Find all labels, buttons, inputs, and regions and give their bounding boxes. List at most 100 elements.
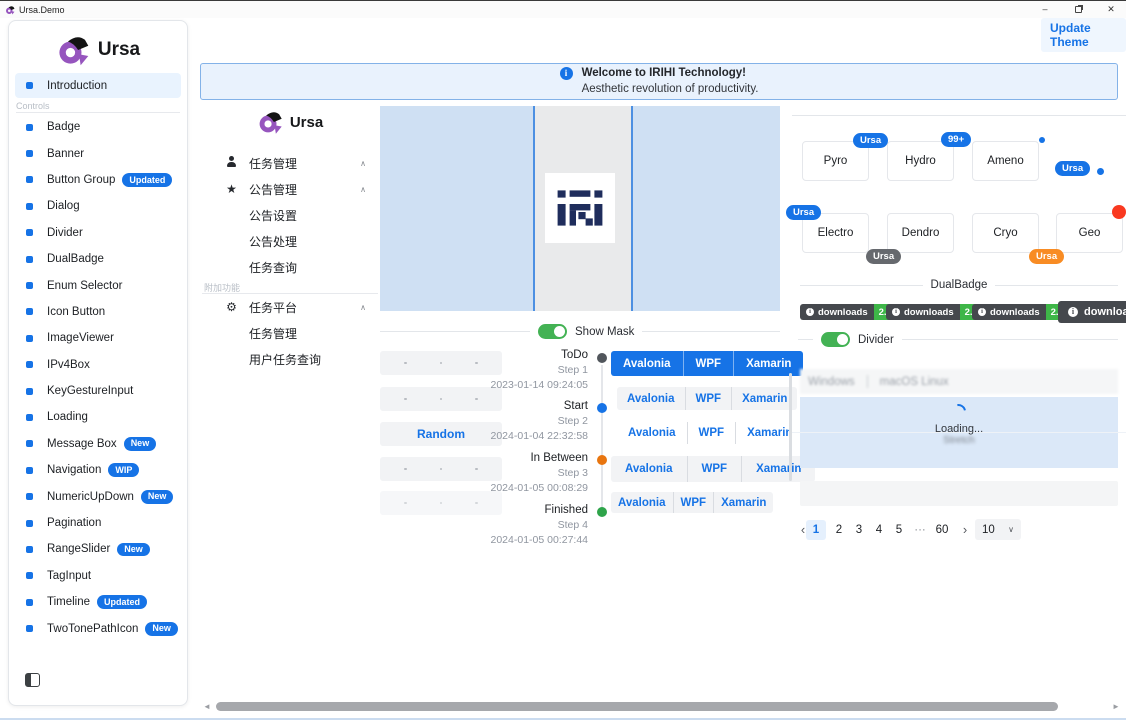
sidebar-item-twotonepathicon[interactable]: TwoTonePathIconNew <box>15 615 183 641</box>
dot-badge <box>1039 137 1045 143</box>
sidebar-item-numericupdown[interactable]: NumericUpDownNew <box>15 483 183 509</box>
chevron-down-icon: ∨ <box>1008 525 1014 534</box>
standalone-ursa-badge: Ursa <box>1055 161 1090 176</box>
sidebar-item-ipv4box[interactable]: IPv4Box <box>15 352 183 378</box>
sidebar-item-divider[interactable]: Divider <box>15 220 183 246</box>
pagination-page-2[interactable]: 2 <box>829 520 849 540</box>
minimize-button[interactable]: – <box>1030 1 1060 17</box>
menu-item-task-management[interactable]: 任务管理 ∧ <box>200 151 380 175</box>
sidebar-item-loading[interactable]: Loading <box>15 404 183 430</box>
close-button[interactable]: ✕ <box>1096 1 1126 17</box>
scroll-right-icon[interactable]: ► <box>1112 702 1120 711</box>
page-size-select[interactable]: 10 ∨ <box>975 519 1021 540</box>
mask-guide-line[interactable] <box>533 106 535 311</box>
menu-item-user-task-query[interactable]: 用户任务查询 <box>200 347 380 371</box>
card-label: Dendro <box>902 227 940 239</box>
avalonia-button[interactable]: Avalonia <box>617 422 687 444</box>
sidebar-logo-text: Ursa <box>98 39 140 61</box>
timeline-time: 2023-01-14 09:24:05 <box>443 379 588 391</box>
badge-card-geo: Geo <box>1056 213 1123 253</box>
sidebar-item-rangeslider[interactable]: RangeSliderNew <box>15 536 183 562</box>
xamarin-button[interactable]: Xamarin <box>713 492 773 513</box>
bullet-icon <box>26 520 33 527</box>
bullet-icon <box>26 361 33 368</box>
pagination-page-60[interactable]: 60 <box>932 520 952 540</box>
sidebar-item-label: NumericUpDown <box>47 491 134 503</box>
divider-toggle[interactable] <box>821 332 850 347</box>
menu-item-announcement-management[interactable]: ★ 公告管理 ∧ <box>200 177 380 201</box>
divider-line <box>798 339 813 340</box>
sidebar-item-label: DualBadge <box>47 253 104 265</box>
pagination-page-5[interactable]: 5 <box>889 520 909 540</box>
horizontal-scrollbar-thumb[interactable] <box>216 702 1058 711</box>
divider-line <box>792 115 1126 116</box>
xamarin-button[interactable]: Xamarin <box>735 422 803 444</box>
divider-line <box>800 285 923 286</box>
image-viewer[interactable] <box>380 106 780 311</box>
viewer-image <box>545 173 615 243</box>
wpf-button[interactable]: WPF <box>673 492 714 513</box>
pagination-ellipsis: ··· <box>910 520 930 540</box>
sidebar-item-navigation[interactable]: NavigationWIP <box>15 457 183 483</box>
pagination-next-icon[interactable]: › <box>955 520 975 540</box>
sidebar-item-enum-selector[interactable]: Enum Selector <box>15 272 183 298</box>
pagination-page-3[interactable]: 3 <box>849 520 869 540</box>
sidebar-item-badge[interactable]: Badge <box>15 114 183 140</box>
divider-line <box>380 331 530 332</box>
timeline-entry: Start Step 2 2024-01-04 22:32:58 <box>443 400 588 442</box>
update-theme-button[interactable]: Update Theme <box>1041 18 1126 52</box>
ursa-badge: Ursa <box>853 133 888 148</box>
wpf-button[interactable]: WPF <box>687 422 736 444</box>
show-mask-toggle[interactable] <box>538 324 567 339</box>
chevron-up-icon[interactable]: ∧ <box>360 185 366 194</box>
restore-button[interactable] <box>1063 1 1093 17</box>
wpf-button[interactable]: WPF <box>687 456 742 482</box>
sidebar-item-timeline[interactable]: TimelineUpdated <box>15 589 183 615</box>
sidebar-item-label: IPv4Box <box>47 359 90 371</box>
menu-item-task-platform[interactable]: ⚙ 任务平台 ∧ <box>200 295 380 319</box>
sidebar-item-icon-button[interactable]: Icon Button <box>15 299 183 325</box>
sidebar-item-dualbadge[interactable]: DualBadge <box>15 246 183 272</box>
menu-item-announcement-settings[interactable]: 公告设置 <box>200 203 380 227</box>
pagination-page-4[interactable]: 4 <box>869 520 889 540</box>
menu-item-task-management-2[interactable]: 任务管理 <box>200 321 380 345</box>
scroll-left-icon[interactable]: ◄ <box>203 702 211 711</box>
avalonia-button[interactable]: Avalonia <box>611 492 673 513</box>
sidebar-list: Badge Banner Button GroupUpdated Dialog … <box>15 114 183 642</box>
sidebar-item-banner[interactable]: Banner <box>15 140 183 166</box>
bullet-icon <box>26 388 33 395</box>
xamarin-button[interactable]: Xamarin <box>733 351 803 376</box>
sidebar-item-introduction[interactable]: Introduction <box>15 73 181 98</box>
timeline-step: Step 3 <box>443 467 588 479</box>
sidebar-collapse-icon[interactable] <box>25 673 40 687</box>
sidebar-item-pagination[interactable]: Pagination <box>15 510 183 536</box>
bullet-icon <box>26 335 33 342</box>
sidebar-item-message-box[interactable]: Message BoxNew <box>15 431 183 457</box>
sidebar-item-label: Loading <box>47 411 88 423</box>
dualbadge-divider-label: DualBadge <box>931 279 988 291</box>
menu-item-task-query[interactable]: 任务查询 <box>200 255 380 279</box>
wpf-button[interactable]: WPF <box>685 387 732 410</box>
xamarin-button[interactable]: Xamarin <box>731 387 797 410</box>
avalonia-button[interactable]: Avalonia <box>611 351 683 376</box>
sidebar-item-dialog[interactable]: Dialog <box>15 193 183 219</box>
sidebar-item-imageviewer[interactable]: ImageViewer <box>15 325 183 351</box>
bullet-icon <box>26 546 33 553</box>
chevron-up-icon[interactable]: ∧ <box>360 159 366 168</box>
avalonia-button[interactable]: Avalonia <box>617 387 685 410</box>
pagination-page-1[interactable]: 1 <box>806 520 826 540</box>
wpf-button[interactable]: WPF <box>683 351 734 376</box>
timeline-step: Step 2 <box>443 415 588 427</box>
menu-item-announcement-processing[interactable]: 公告处理 <box>200 229 380 253</box>
sidebar-item-keygestureinput[interactable]: KeyGestureInput <box>15 378 183 404</box>
restore-icon <box>1075 6 1082 13</box>
vertical-scrollbar[interactable] <box>789 373 792 481</box>
ursa-logo-icon <box>257 109 283 135</box>
mask-guide-line[interactable] <box>631 106 633 311</box>
avalonia-button[interactable]: Avalonia <box>611 456 687 482</box>
sidebar-item-taginput[interactable]: TagInput <box>15 563 183 589</box>
chevron-up-icon[interactable]: ∧ <box>360 303 366 312</box>
sidebar-item-button-group[interactable]: Button GroupUpdated <box>15 167 183 193</box>
status-badge: New <box>145 622 178 636</box>
ursa-badge-gray: Ursa <box>866 249 901 264</box>
